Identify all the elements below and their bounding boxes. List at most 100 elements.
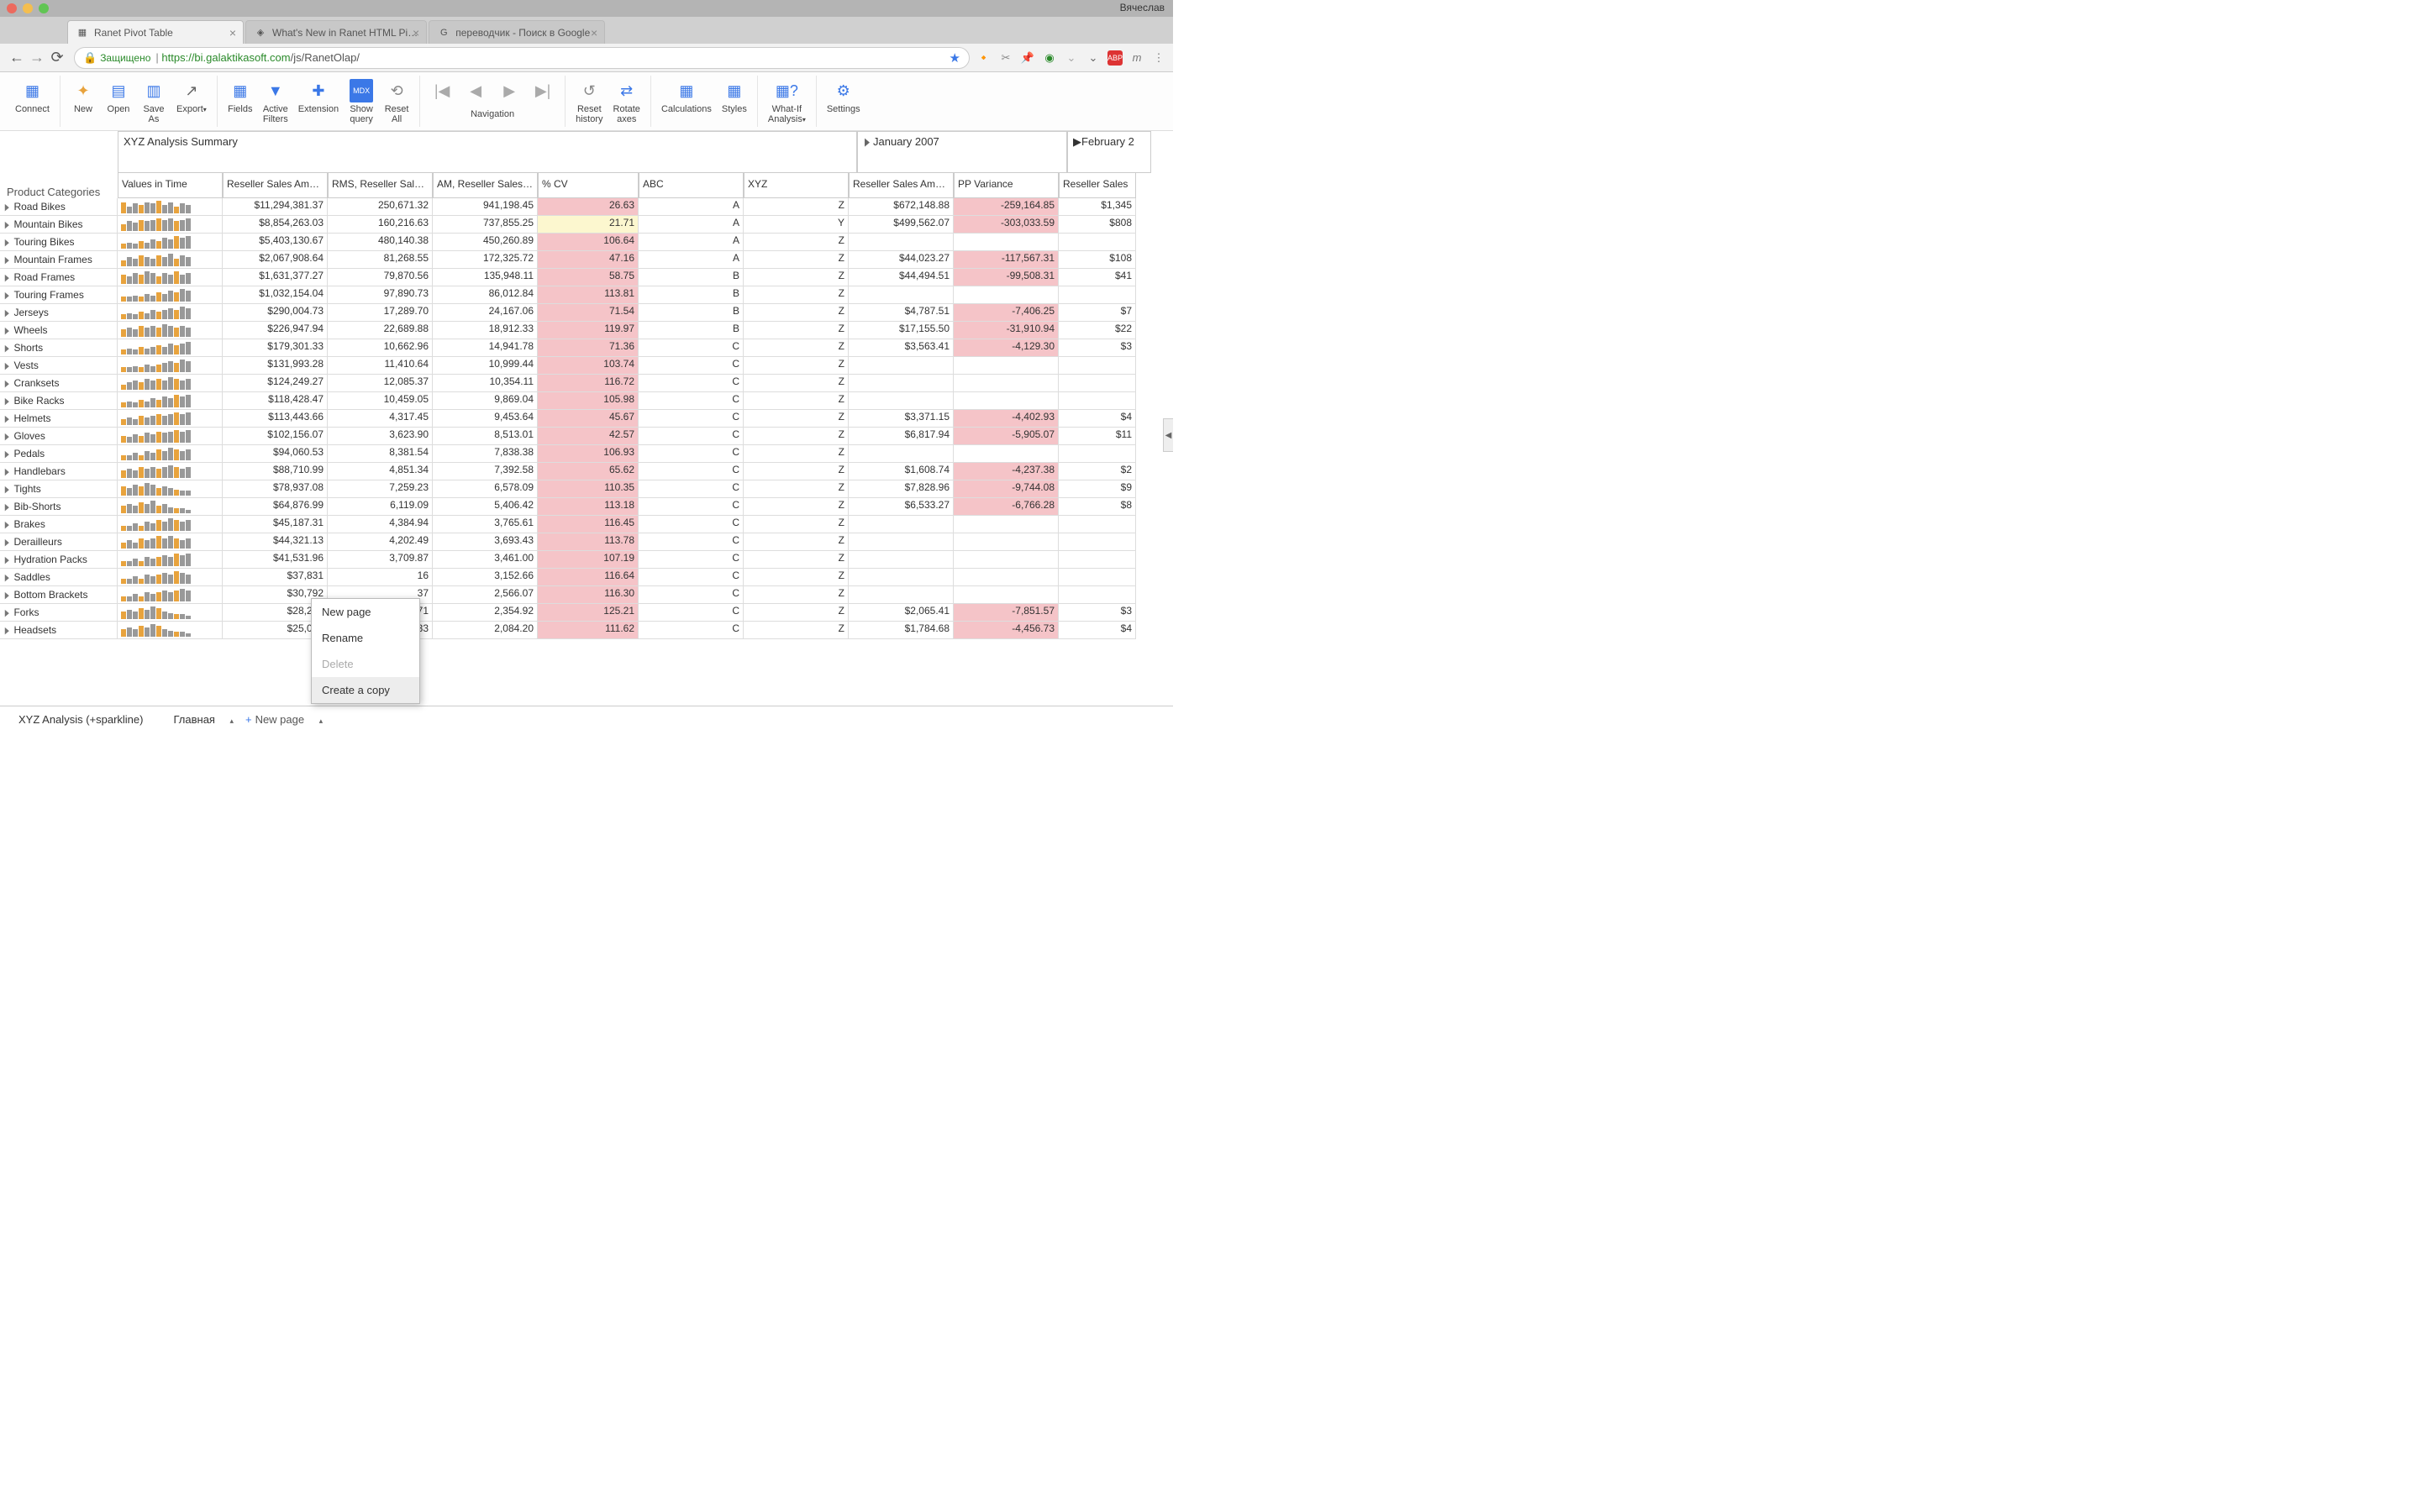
table-row[interactable]: ▶Shorts$179,301.3310,662.9614,941.7871.3… <box>0 339 1173 357</box>
expand-icon[interactable]: ▶ <box>1073 135 1081 148</box>
ext-icon-1[interactable]: 🔸 <box>976 50 992 66</box>
data-cell[interactable]: C <box>639 516 744 533</box>
data-cell[interactable]: Z <box>744 269 849 286</box>
data-cell[interactable]: C <box>639 375 744 392</box>
data-cell[interactable]: C <box>639 498 744 516</box>
forward-button[interactable]: → <box>27 49 47 66</box>
table-row[interactable]: ▶Hydration Packs$41,531.963,709.873,461.… <box>0 551 1173 569</box>
close-dot[interactable] <box>7 3 17 13</box>
data-cell[interactable]: $6,817.94 <box>849 428 954 445</box>
data-cell[interactable]: 26.63 <box>538 198 639 216</box>
expand-icon[interactable]: ▶ <box>5 590 9 601</box>
data-cell[interactable]: 24,167.06 <box>433 304 538 322</box>
data-cell[interactable]: C <box>639 410 744 428</box>
data-cell[interactable]: 119.97 <box>538 322 639 339</box>
row-label[interactable]: ▶Jerseys <box>0 304 118 322</box>
ext-icon-m[interactable]: m <box>1129 50 1144 66</box>
data-cell[interactable]: $22 <box>1059 322 1136 339</box>
data-cell[interactable]: $8,854,263.03 <box>223 216 328 234</box>
rotate-axes-button[interactable]: ⇄Rotate axes <box>608 77 645 126</box>
data-cell[interactable] <box>954 357 1059 375</box>
url-box[interactable]: 🔒 Защищено | https://bi.galaktikasoft.co… <box>74 47 970 69</box>
data-cell[interactable]: 7,838.38 <box>433 445 538 463</box>
data-cell[interactable]: Z <box>744 392 849 410</box>
table-row[interactable]: ▶Headsets$25,010332,084.20111.62CZ$1,784… <box>0 622 1173 639</box>
data-cell[interactable]: 65.62 <box>538 463 639 480</box>
expand-icon[interactable]: ▶ <box>5 307 9 318</box>
data-cell[interactable]: -259,164.85 <box>954 198 1059 216</box>
data-cell[interactable]: 116.72 <box>538 375 639 392</box>
settings-button[interactable]: ⚙Settings <box>822 77 865 116</box>
data-cell[interactable]: 8,513.01 <box>433 428 538 445</box>
col-header[interactable]: AM, Reseller Sales … <box>433 173 538 198</box>
data-cell[interactable] <box>954 551 1059 569</box>
data-cell[interactable]: B <box>639 286 744 304</box>
data-cell[interactable]: B <box>639 269 744 286</box>
data-cell[interactable]: Z <box>744 304 849 322</box>
data-cell[interactable] <box>954 234 1059 251</box>
save-as-button[interactable]: ▥Save As <box>136 77 171 126</box>
data-cell[interactable]: $1,032,154.04 <box>223 286 328 304</box>
data-cell[interactable]: 71.54 <box>538 304 639 322</box>
table-row[interactable]: ▶Forks$28,259712,354.92125.21CZ$2,065.41… <box>0 604 1173 622</box>
data-cell[interactable]: Z <box>744 428 849 445</box>
data-cell[interactable]: $2,065.41 <box>849 604 954 622</box>
side-expand-handle[interactable]: ◀ <box>1163 418 1173 452</box>
active-filters-button[interactable]: ▼Active Filters <box>258 77 293 126</box>
expand-icon[interactable]: ▶ <box>5 237 9 248</box>
data-cell[interactable] <box>849 357 954 375</box>
table-row[interactable]: ▶Mountain Bikes$8,854,263.03160,216.6373… <box>0 216 1173 234</box>
data-cell[interactable]: 116.30 <box>538 586 639 604</box>
show-query-button[interactable]: MDXShow query <box>344 77 379 126</box>
row-label[interactable]: ▶Pedals <box>0 445 118 463</box>
data-cell[interactable]: 71.36 <box>538 339 639 357</box>
ext-icon-scissors[interactable]: ✂ <box>998 50 1013 66</box>
col-header[interactable]: RMS, Reseller Sale… <box>328 173 433 198</box>
data-cell[interactable]: $44,494.51 <box>849 269 954 286</box>
expand-icon[interactable]: ▶ <box>5 431 9 442</box>
data-cell[interactable]: 79,870.56 <box>328 269 433 286</box>
expand-icon[interactable]: ▶ <box>5 343 9 354</box>
data-cell[interactable]: $3 <box>1059 604 1136 622</box>
data-cell[interactable]: -117,567.31 <box>954 251 1059 269</box>
data-cell[interactable]: C <box>639 428 744 445</box>
data-cell[interactable]: -99,508.31 <box>954 269 1059 286</box>
row-label[interactable]: ▶Derailleurs <box>0 533 118 551</box>
expand-icon[interactable]: ▶ <box>5 519 9 530</box>
table-row[interactable]: ▶Tights$78,937.087,259.236,578.09110.35C… <box>0 480 1173 498</box>
expand-icon[interactable]: ▶ <box>5 572 9 583</box>
back-button[interactable]: ← <box>7 49 27 66</box>
row-label[interactable]: ▶Helmets <box>0 410 118 428</box>
data-cell[interactable]: 4,384.94 <box>328 516 433 533</box>
expand-icon[interactable]: ▶ <box>5 360 9 371</box>
data-cell[interactable] <box>954 445 1059 463</box>
reload-button[interactable]: ⟳ <box>47 49 67 66</box>
expand-icon[interactable]: ▶ <box>5 219 9 230</box>
data-cell[interactable] <box>849 286 954 304</box>
col-header[interactable]: ABC <box>639 173 744 198</box>
expand-icon[interactable]: ▶ <box>5 396 9 407</box>
data-cell[interactable] <box>1059 445 1136 463</box>
maximize-dot[interactable] <box>39 3 49 13</box>
data-cell[interactable] <box>954 375 1059 392</box>
col-header[interactable]: Reseller Sales Amo… <box>223 173 328 198</box>
data-cell[interactable]: Z <box>744 286 849 304</box>
data-cell[interactable]: -9,744.08 <box>954 480 1059 498</box>
data-cell[interactable] <box>1059 533 1136 551</box>
expand-icon[interactable]: ▶ <box>5 607 9 618</box>
ext-icon-pocket[interactable]: ⌄ <box>1086 50 1101 66</box>
table-row[interactable]: ▶Cranksets$124,249.2712,085.3710,354.111… <box>0 375 1173 392</box>
data-cell[interactable]: Z <box>744 375 849 392</box>
data-cell[interactable]: Y <box>744 216 849 234</box>
data-cell[interactable]: 9,869.04 <box>433 392 538 410</box>
data-cell[interactable]: $17,155.50 <box>849 322 954 339</box>
data-cell[interactable]: $6,533.27 <box>849 498 954 516</box>
data-cell[interactable]: 2,566.07 <box>433 586 538 604</box>
data-cell[interactable]: $113,443.66 <box>223 410 328 428</box>
data-cell[interactable] <box>1059 516 1136 533</box>
row-label[interactable]: ▶Forks <box>0 604 118 622</box>
data-cell[interactable]: 22,689.88 <box>328 322 433 339</box>
data-cell[interactable]: $1,784.68 <box>849 622 954 639</box>
data-cell[interactable]: $9 <box>1059 480 1136 498</box>
row-label[interactable]: ▶Cranksets <box>0 375 118 392</box>
